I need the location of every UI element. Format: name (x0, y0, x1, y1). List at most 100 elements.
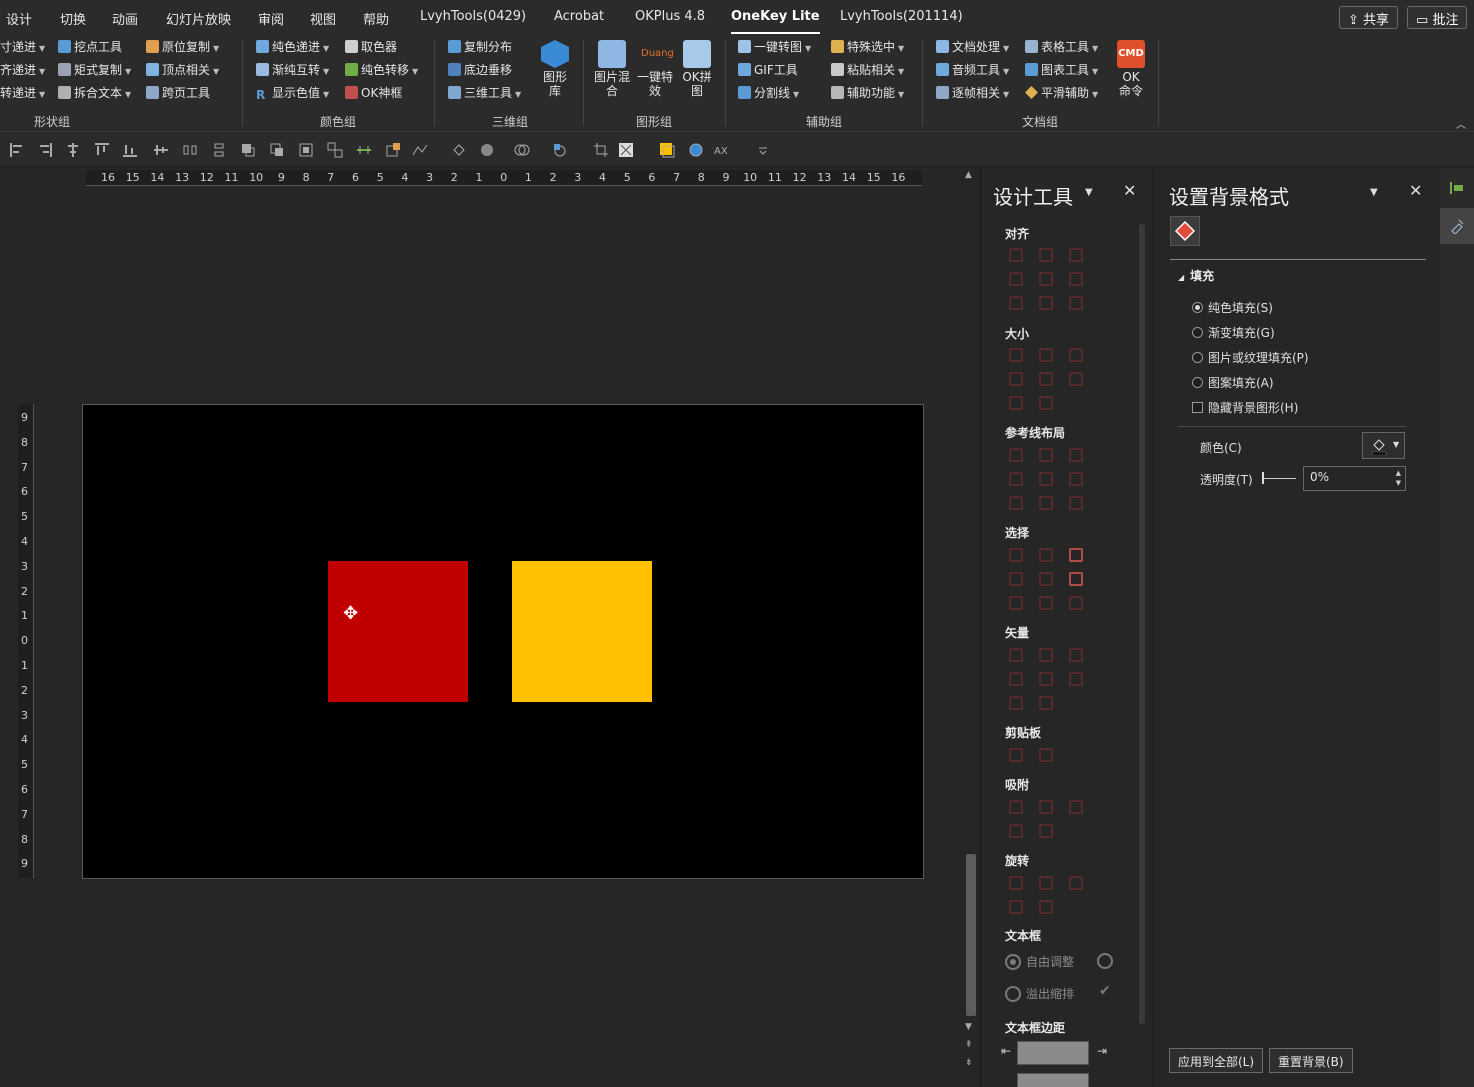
layer-icon[interactable] (298, 142, 314, 158)
design-tool-icon[interactable] (1009, 496, 1023, 510)
design-tool-icon[interactable] (1039, 372, 1053, 386)
design-tool-icon[interactable] (1039, 248, 1053, 262)
copy-distribute-button[interactable]: 复制分布 (448, 38, 512, 56)
pane-options-icon[interactable]: ▼ (1370, 187, 1378, 198)
chart-tool-button[interactable]: 图表工具 ▼ (1025, 61, 1098, 79)
gradient-fill-option[interactable]: 渐变填充(G) (1192, 324, 1275, 341)
one-click-effect-button[interactable]: Duang 一键特效 (634, 40, 676, 98)
ruler-guide-icon[interactable] (356, 142, 372, 158)
gif-tool-button[interactable]: GIF工具 (738, 61, 798, 79)
align-right-icon[interactable] (37, 142, 53, 158)
size-step-button[interactable]: 寸递进 ▼ (0, 38, 45, 56)
design-tool-icon[interactable] (1009, 672, 1023, 686)
dig-point-button[interactable]: 挖点工具 (58, 38, 122, 56)
yellow-square-icon[interactable] (659, 142, 675, 158)
design-tool-icon[interactable] (1069, 248, 1083, 262)
slide-canvas[interactable]: ✥ (82, 404, 924, 879)
solid-transfer-button[interactable]: 纯色转移 ▼ (345, 61, 418, 79)
design-tool-icon[interactable] (1039, 396, 1053, 410)
yellow-square-shape[interactable] (512, 561, 652, 702)
tab-acrobat[interactable]: Acrobat (554, 9, 604, 24)
close-icon[interactable]: ✕ (1409, 181, 1422, 200)
assist-function-button[interactable]: 辅助功能 ▼ (831, 84, 904, 102)
design-tool-icon[interactable] (1009, 472, 1023, 486)
cross-page-button[interactable]: 跨页工具 (146, 84, 210, 102)
design-tool-icon[interactable] (1069, 596, 1083, 610)
design-tool-icon[interactable] (1009, 572, 1023, 586)
design-tool-icon[interactable] (1069, 472, 1083, 486)
picture-fill-option[interactable]: 图片或纹理填充(P) (1192, 349, 1309, 366)
scroll-thumb[interactable] (966, 854, 976, 1016)
pane-options-icon[interactable]: ▼ (1085, 187, 1093, 198)
color-picker-dropdown[interactable]: ▼ (1362, 432, 1405, 459)
gradient-swap-button[interactable]: 渐纯互转 ▼ (256, 61, 329, 79)
distribute-v-icon[interactable] (211, 142, 227, 158)
transparency-slider-handle[interactable] (1262, 472, 1264, 484)
design-tool-icon[interactable] (1069, 272, 1083, 286)
tab-design[interactable]: 设计 (6, 9, 32, 28)
pane-scrollbar[interactable] (1139, 224, 1145, 1024)
frame-related-button[interactable]: 逐帧相关 ▼ (936, 84, 1009, 102)
design-tool-icon[interactable] (1069, 876, 1083, 890)
special-select-button[interactable]: 特殊选中 ▼ (831, 38, 904, 56)
design-tool-icon[interactable] (1009, 748, 1023, 762)
crop-select-icon[interactable] (385, 142, 401, 158)
circle-fill-icon[interactable] (479, 142, 495, 158)
collapse-ribbon-icon[interactable]: ︿ (1456, 116, 1466, 131)
left-margin-input[interactable] (1017, 1041, 1089, 1065)
pattern-fill-option[interactable]: 图案填充(A) (1192, 374, 1274, 391)
design-tool-icon[interactable] (1039, 472, 1053, 486)
doc-process-button[interactable]: 文档处理 ▼ (936, 38, 1009, 56)
design-tool-icon[interactable] (1009, 372, 1023, 386)
format-background-rail-button[interactable] (1440, 208, 1474, 244)
design-tool-icon[interactable] (1069, 296, 1083, 310)
divider-line-button[interactable]: 分割线 ▼ (738, 84, 799, 102)
align-left-icon[interactable] (9, 142, 25, 158)
tab-animations[interactable]: 动画 (112, 9, 138, 28)
design-tool-icon[interactable] (1039, 648, 1053, 662)
design-tool-icon[interactable] (1069, 572, 1083, 586)
bring-front-icon[interactable] (240, 142, 256, 158)
distribute-h-icon[interactable] (182, 142, 198, 158)
design-tool-icon[interactable] (1069, 800, 1083, 814)
design-tool-icon[interactable] (1039, 876, 1053, 890)
audio-tool-button[interactable]: 音频工具 ▼ (936, 61, 1009, 79)
align-middle-icon[interactable] (153, 142, 169, 158)
align-top-icon[interactable] (94, 142, 110, 158)
matrix-copy-button[interactable]: 矩式复制 ▼ (58, 61, 131, 79)
scroll-down-icon[interactable]: ▼ (965, 1022, 972, 1032)
spin-down-icon[interactable]: ▼ (1396, 479, 1401, 487)
prev-slide-icon[interactable]: ⇞ (965, 1040, 973, 1050)
design-tool-icon[interactable] (1039, 348, 1053, 362)
design-tool-icon[interactable] (1039, 296, 1053, 310)
design-tool-icon[interactable] (1069, 548, 1083, 562)
scroll-up-icon[interactable]: ▲ (965, 170, 972, 180)
design-tool-icon[interactable] (1039, 748, 1053, 762)
auto-fit-option[interactable]: 自由调整 (1005, 953, 1074, 970)
design-tool-icon[interactable] (1009, 548, 1023, 562)
group-icon[interactable] (327, 142, 343, 158)
reset-background-button[interactable]: 重置背景(B) (1269, 1048, 1353, 1073)
comments-button[interactable]: ▭ 批注 (1407, 6, 1468, 29)
design-tool-icon[interactable] (1009, 596, 1023, 610)
merge-shapes-icon[interactable] (514, 142, 530, 158)
align-bottom-icon[interactable] (122, 142, 138, 158)
close-icon[interactable]: ✕ (1123, 181, 1136, 200)
ok-magic-frame-button[interactable]: OK神框 (345, 84, 402, 102)
fill-bucket-icon[interactable] (451, 142, 467, 158)
design-tool-icon[interactable] (1009, 900, 1023, 914)
design-tool-icon[interactable] (1009, 696, 1023, 710)
crop-icon[interactable] (593, 142, 609, 158)
overflow-shrink-option[interactable]: 溢出缩排 (1005, 985, 1074, 1002)
design-tool-icon[interactable] (1039, 824, 1053, 838)
tab-onekey-lite[interactable]: OneKey Lite (731, 9, 820, 34)
design-tool-icon[interactable] (1009, 348, 1023, 362)
editor-vertical-scrollbar[interactable]: ▲ ▼ ⇞ ⇟ (964, 168, 978, 1087)
design-tool-icon[interactable] (1009, 876, 1023, 890)
three-d-tools-button[interactable]: 三维工具 ▼ (448, 84, 521, 102)
design-tool-icon[interactable] (1009, 396, 1023, 410)
ok-collage-button[interactable]: OK拼图 (678, 40, 716, 98)
tab-review[interactable]: 审阅 (258, 9, 284, 28)
design-tool-icon[interactable] (1009, 448, 1023, 462)
next-slide-icon[interactable]: ⇟ (965, 1058, 973, 1068)
